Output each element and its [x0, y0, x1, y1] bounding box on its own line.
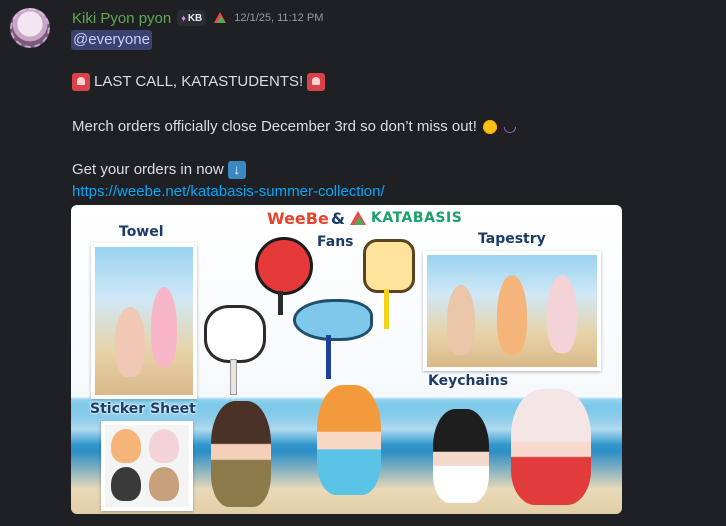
- orders-line: Get your orders in now ↓: [72, 160, 246, 180]
- fans-label: Fans: [317, 234, 354, 250]
- chat-message: Kiki Pyon pyon ♦ KB 12/1/25, 11:12 PM @e…: [0, 0, 726, 526]
- tapestry-product: [423, 251, 601, 371]
- gem-icon: ♦: [181, 13, 186, 23]
- avatar[interactable]: [10, 8, 50, 48]
- siren-icon: [307, 73, 326, 91]
- chibi-white-hair: [511, 389, 591, 505]
- towel-label: Towel: [119, 224, 164, 240]
- guild-tag-label: KB: [187, 12, 203, 24]
- logo-ampersand: &: [331, 209, 345, 228]
- towel-product: [91, 243, 197, 399]
- fan-handle: [230, 359, 237, 395]
- sticker-figure: [111, 467, 141, 501]
- fan-handle: [326, 335, 331, 379]
- username[interactable]: Kiki Pyon pyon: [72, 10, 171, 27]
- katabasis-logo-inner-icon: [354, 217, 364, 225]
- white-bunny-fan: [204, 305, 266, 363]
- sticker-sheet-product: [101, 421, 193, 511]
- katabasis-wordmark: KATABASIS: [371, 210, 463, 226]
- bikini-icon: ◡: [502, 118, 517, 135]
- weebe-logo: WeeBe: [267, 209, 329, 228]
- merch-close-line: Merch orders officially close December 3…: [72, 117, 517, 137]
- timestamp: 12/1/25, 11:12 PM: [234, 12, 324, 24]
- message-header: Kiki Pyon pyon ♦ KB 12/1/25, 11:12 PM: [72, 9, 323, 27]
- avatar-decoration: [10, 8, 50, 48]
- character-figure: [497, 275, 527, 355]
- sun-icon: [480, 118, 499, 136]
- sticker-sheet-label: Sticker Sheet: [90, 401, 196, 417]
- blue-fish-fan: [293, 299, 373, 341]
- siren-icon: [72, 73, 90, 91]
- sticker-figure: [149, 429, 179, 463]
- sticker-figure: [111, 429, 141, 463]
- katabasis-logo-icon[interactable]: [212, 11, 228, 25]
- merch-link[interactable]: https://weebe.net/katabasis-summer-colle…: [72, 182, 385, 202]
- chibi-brown-hair: [211, 401, 271, 507]
- chibi-orange-hair: [317, 385, 381, 495]
- orders-text: Get your orders in now: [72, 161, 224, 178]
- down-arrow-icon: ↓: [227, 161, 246, 179]
- guild-tag[interactable]: ♦ KB: [177, 10, 207, 26]
- character-figure: [115, 307, 145, 377]
- yellow-bunny-fan: [363, 239, 415, 293]
- fan-handle: [384, 289, 389, 329]
- character-figure: [547, 275, 577, 353]
- character-figure: [447, 285, 475, 355]
- sticker-figure: [149, 467, 179, 501]
- merch-close-text: Merch orders officially close December 3…: [72, 118, 477, 135]
- chibi-black-hair: [433, 409, 489, 503]
- keychains-label: Keychains: [428, 373, 509, 389]
- character-figure: [151, 287, 177, 367]
- tapestry-label: Tapestry: [478, 231, 546, 247]
- red-devil-fan: [255, 237, 313, 295]
- merch-banner-image[interactable]: WeeBe & KATABASIS Towel Fans Tapestry Ke…: [71, 205, 622, 514]
- fan-handle: [278, 291, 283, 315]
- announcement-title-text: LAST CALL, KATASTUDENTS!: [94, 73, 304, 90]
- everyone-mention[interactable]: @everyone: [71, 30, 152, 50]
- announcement-title: LAST CALL, KATASTUDENTS!: [72, 72, 326, 92]
